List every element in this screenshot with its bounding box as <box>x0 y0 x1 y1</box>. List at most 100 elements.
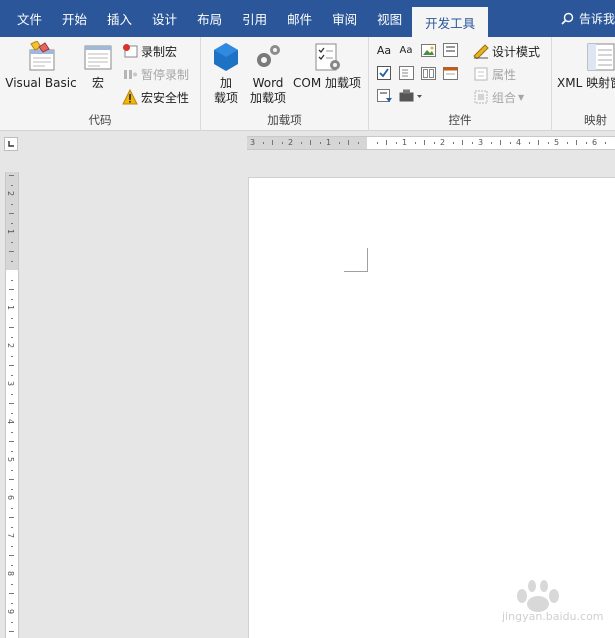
vruler-tick <box>11 602 13 604</box>
vruler-tick <box>11 279 13 281</box>
repeating-section-control-icon[interactable] <box>375 87 393 105</box>
group-mapping: XML 映射窗 映射 <box>552 37 615 131</box>
vruler-tick <box>9 479 14 480</box>
pause-icon <box>124 70 137 79</box>
tab-layout[interactable]: 布局 <box>187 0 232 37</box>
hruler-number: 3 <box>478 138 484 147</box>
hruler-tick <box>585 142 587 144</box>
vruler-tick <box>9 327 14 328</box>
vruler-tick <box>9 251 14 252</box>
design-mode-button[interactable]: 设计模式 <box>473 41 540 61</box>
xml-mapping-label: XML 映射窗 <box>557 76 615 90</box>
tab-home[interactable]: 开始 <box>52 0 97 37</box>
baidu-watermark: jingyan.baidu.com <box>472 574 612 634</box>
vruler-number: 6 <box>6 494 16 501</box>
hruler-tick <box>538 140 539 145</box>
tell-me-search[interactable]: 告诉我 <box>547 0 615 37</box>
word-addins-label-line2: 加载项 <box>249 91 286 105</box>
vruler-tick <box>11 241 13 243</box>
hruler-number: 2 <box>440 138 446 147</box>
date-picker-control-icon[interactable] <box>441 64 459 82</box>
vruler-tick <box>11 621 13 623</box>
legacy-tools-button[interactable] <box>397 87 425 105</box>
hruler-tick <box>424 140 425 145</box>
vruler-number: 2 <box>6 190 16 197</box>
group-icon <box>474 90 488 104</box>
horizontal-ruler[interactable]: 3 2 1 1 2 3 4 5 6 <box>247 136 615 150</box>
group-dropdown-button[interactable]: 组合 ▼ <box>473 87 524 107</box>
watermark-url: jingyan.baidu.com <box>502 610 604 623</box>
vruler-tick <box>9 555 14 556</box>
macro-security-button[interactable]: 宏安全性 <box>122 87 189 107</box>
addins-label-line1: 加 <box>219 76 232 90</box>
hruler-tick <box>348 140 349 145</box>
tab-references[interactable]: 引用 <box>232 0 277 37</box>
dropdown-list-control-icon[interactable] <box>419 64 437 82</box>
pause-recording-label: 暂停录制 <box>141 67 190 82</box>
vruler-tick <box>11 488 13 490</box>
macros-button[interactable]: 宏 <box>80 41 116 91</box>
properties-button[interactable]: 属性 <box>473 64 516 84</box>
tab-mailings[interactable]: 邮件 <box>277 0 322 37</box>
vertical-ruler[interactable]: 2 1 1 2 3 4 5 6 7 8 9 <box>5 172 19 638</box>
document-page[interactable] <box>248 177 615 638</box>
word-addins-button[interactable]: Word 加载项 <box>247 41 289 106</box>
vruler-tick <box>9 365 14 366</box>
vruler-tick <box>11 583 13 585</box>
rich-text-control-icon[interactable]: Aa <box>375 41 393 59</box>
chevron-down-icon: ▼ <box>518 92 525 102</box>
hruler-tick <box>528 142 530 144</box>
visual-basic-button[interactable]: Visual Basic <box>5 41 77 91</box>
vruler-tick <box>11 526 13 528</box>
vruler-tick <box>9 593 14 594</box>
properties-icon <box>474 67 488 81</box>
tab-stop-selector[interactable] <box>4 137 18 151</box>
vruler-tick <box>11 469 13 471</box>
macro-security-label: 宏安全性 <box>141 90 190 105</box>
vruler-tick <box>11 336 13 338</box>
record-macro-button[interactable]: 录制宏 <box>122 41 177 61</box>
building-block-control-icon[interactable] <box>441 41 459 59</box>
ribbon: Visual Basic 宏 录制宏 暂停录制 宏安全性 代码 加 载项 Wor… <box>0 37 615 131</box>
hruler-tick <box>462 140 463 145</box>
tab-file[interactable]: 文件 <box>0 0 52 37</box>
com-addins-button[interactable]: COM 加载项 <box>291 41 363 91</box>
hruler-number: 4 <box>516 138 522 147</box>
checkbox-control-icon[interactable] <box>375 64 393 82</box>
tab-developer[interactable]: 开发工具 <box>412 7 489 37</box>
picture-control-icon[interactable] <box>419 41 437 59</box>
hruler-number: 2 <box>288 138 294 147</box>
pause-recording-button[interactable]: 暂停录制 <box>122 64 189 84</box>
tab-insert[interactable]: 插入 <box>97 0 142 37</box>
vruler-tick <box>11 412 13 414</box>
hruler-tick <box>272 140 273 145</box>
hruler-tick <box>319 142 321 144</box>
com-addins-label: COM 加载项 <box>293 76 361 90</box>
design-mode-label: 设计模式 <box>492 44 541 59</box>
combo-box-control-icon[interactable] <box>397 64 415 82</box>
macros-label: 宏 <box>91 76 104 90</box>
xml-mapping-pane-button[interactable]: XML 映射窗 <box>557 41 615 91</box>
vruler-tick <box>9 631 14 632</box>
vruler-tick <box>11 431 13 433</box>
vruler-tick <box>11 184 13 186</box>
tab-design[interactable]: 设计 <box>142 0 187 37</box>
left-margin-shade <box>247 137 367 149</box>
plain-text-control-icon[interactable]: Aa <box>397 41 415 59</box>
group-addins-label: 加载项 <box>267 113 302 127</box>
tab-view[interactable]: 视图 <box>367 0 412 37</box>
record-macro-icon <box>123 44 138 58</box>
addins-button[interactable]: 加 载项 <box>209 41 243 106</box>
visual-basic-label: Visual Basic <box>5 76 77 90</box>
vruler-tick <box>11 564 13 566</box>
visual-basic-icon <box>29 41 55 71</box>
vruler-tick <box>9 289 14 290</box>
vruler-number: 4 <box>6 418 16 425</box>
hruler-tick <box>386 140 387 145</box>
hruler-tick <box>433 142 435 144</box>
com-addins-icon <box>315 43 340 71</box>
hruler-tick <box>604 142 606 144</box>
tab-review[interactable]: 审阅 <box>322 0 367 37</box>
vruler-tick <box>11 393 13 395</box>
text-boundary-corner-mark <box>344 248 368 272</box>
